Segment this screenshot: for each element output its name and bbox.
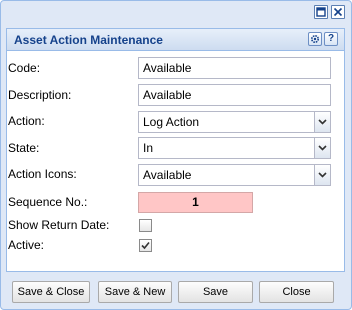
show-return-date-checkbox[interactable] xyxy=(139,219,152,232)
checkmark-icon xyxy=(141,241,150,250)
panel-header: Asset Action Maintenance ? xyxy=(7,29,344,51)
description-field[interactable]: Available xyxy=(138,84,331,106)
action-icons-label: Action Icons: xyxy=(8,167,77,181)
help-button[interactable]: ? xyxy=(324,32,338,46)
chevron-down-icon xyxy=(318,119,327,125)
save-new-button[interactable]: Save & New xyxy=(98,281,172,303)
code-label: Code: xyxy=(8,61,41,75)
save-close-button[interactable]: Save & Close xyxy=(12,281,90,303)
active-label: Active: xyxy=(8,238,45,252)
sequence-label: Sequence No.: xyxy=(8,195,88,209)
state-select-trigger[interactable] xyxy=(314,138,330,158)
gear-icon xyxy=(310,34,320,44)
maximize-button[interactable] xyxy=(314,5,328,19)
description-label: Description: xyxy=(8,88,72,102)
window-controls xyxy=(314,5,345,19)
action-select-value: Log Action xyxy=(143,115,200,129)
settings-button[interactable] xyxy=(308,32,322,46)
close-icon xyxy=(333,7,343,17)
asset-action-window: Asset Action Maintenance ? Code: Availab… xyxy=(0,0,352,310)
panel-title: Asset Action Maintenance xyxy=(14,33,163,47)
show-return-date-label: Show Return Date: xyxy=(8,218,110,232)
action-select-trigger[interactable] xyxy=(314,112,330,132)
save-button[interactable]: Save xyxy=(178,281,253,303)
maximize-icon xyxy=(316,7,326,17)
chevron-down-icon xyxy=(318,145,327,151)
active-checkbox[interactable] xyxy=(139,239,152,252)
state-select-value: In xyxy=(143,141,154,155)
action-icons-select-value: Available xyxy=(143,168,192,182)
action-icons-select-trigger[interactable] xyxy=(314,165,330,185)
help-icon: ? xyxy=(327,33,335,44)
action-label: Action: xyxy=(8,114,45,128)
chevron-down-icon xyxy=(318,172,327,178)
action-select[interactable]: Log Action xyxy=(138,111,331,133)
state-select[interactable]: In xyxy=(138,137,331,159)
code-field[interactable]: Available xyxy=(138,57,331,79)
action-icons-select[interactable]: Available xyxy=(138,164,331,186)
panel-tools: ? xyxy=(308,32,338,46)
state-label: State: xyxy=(8,141,40,155)
window-close-button[interactable] xyxy=(331,5,345,19)
close-button[interactable]: Close xyxy=(259,281,334,303)
sequence-field[interactable]: 1 xyxy=(138,192,253,213)
